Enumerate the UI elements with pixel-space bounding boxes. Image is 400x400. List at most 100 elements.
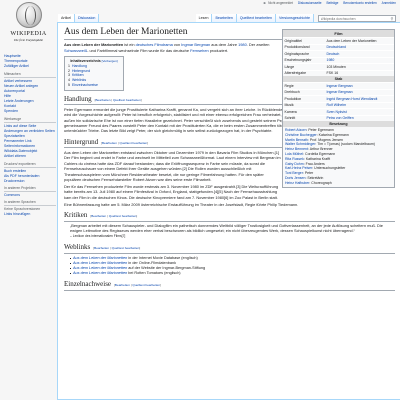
tab-versionsgeschichte[interactable]: Versionsgeschichte: [276, 14, 314, 22]
link[interactable]: Fernsehen: [190, 48, 209, 53]
actor-link[interactable]: Doris Jensen: [285, 176, 305, 180]
tab-diskussion[interactable]: Diskussion: [75, 14, 100, 22]
infobox-person-link[interactable]: Rolf Wilhelm: [327, 103, 347, 107]
nav-link[interactable]: Druckversion: [4, 179, 56, 184]
actor-link[interactable]: Toni Berger: [285, 171, 303, 175]
lead-text: . Der zweiten: [246, 42, 270, 48]
edit-link[interactable]: Bearbeiten: [102, 141, 117, 145]
talk-link[interactable]: Diskussionsseite: [298, 1, 322, 5]
tab-lesen[interactable]: Lesen: [195, 14, 213, 22]
nav-main: Hauptseite Themenportale Zufälliger Arti…: [4, 54, 56, 69]
section-edit-links: [Bearbeiten | Quelltext bearbeiten]: [93, 246, 141, 251]
link[interactable]: Ingmar Bergman: [181, 42, 210, 47]
nav-link-add-languages[interactable]: Links hinzufügen: [4, 212, 56, 217]
actor-link[interactable]: Christine Buchegger: [285, 133, 317, 137]
contributions-link[interactable]: Beiträge: [326, 1, 338, 5]
infobox-value-link[interactable]: Deutsch: [327, 52, 340, 56]
infobox-key: Musik: [284, 103, 294, 108]
link[interactable]: Filmdrama: [154, 42, 172, 47]
login-link[interactable]: Anmelden: [382, 1, 396, 5]
nav-mitmachen: Mitmachen Artikel verbessern Neuen Artik…: [4, 72, 56, 115]
nav-link-commons[interactable]: Commons: [4, 193, 56, 198]
actor-link[interactable]: Gaby Dohm: [285, 162, 304, 166]
infobox-value: Ingmar Bergman: [325, 83, 394, 89]
tab-bearbeiten[interactable]: Bearbeiten: [212, 14, 237, 22]
infobox: Film Originaltitel Aus dem Leben der Mari…: [282, 29, 395, 188]
toc-item[interactable]: 5 Einzelnachweise: [68, 83, 120, 88]
infobox-row: Kamera Sven Nykvist: [283, 108, 394, 115]
infobox-value-link[interactable]: 1980: [327, 58, 335, 62]
weblink[interactable]: Aus dem Leben der Marionetten: [73, 261, 127, 265]
create-account-link[interactable]: Benutzerkonto erstellen: [343, 1, 377, 5]
infobox-person-link[interactable]: Sven Nykvist: [327, 110, 347, 114]
search-input[interactable]: [320, 16, 391, 21]
toc-label: Kritiken: [71, 73, 84, 78]
infobox-person-link[interactable]: Petra von Oelffen: [327, 116, 354, 120]
lead-text: ist ein: [123, 42, 136, 48]
infobox-person-link[interactable]: Ingmar Bergman: [327, 84, 353, 88]
toc-label: Hintergrund: [71, 68, 91, 73]
weblink[interactable]: Aus dem Leben der Marionetten: [73, 266, 127, 270]
toc-toggle[interactable]: [Verbergen]: [102, 59, 118, 63]
nav-link[interactable]: Spenden: [4, 109, 56, 114]
edit-link[interactable]: Bearbeiten: [94, 246, 109, 250]
nav-link[interactable]: Artikel zitieren: [4, 154, 56, 159]
infobox-value: Rolf Wilhelm: [325, 103, 394, 109]
infobox-value: 1980: [325, 58, 394, 64]
toc-number: 3: [68, 73, 70, 78]
puzzle-globe-icon: [15, 2, 42, 28]
section-edit-links: [Bearbeiten | Quelltext bearbeiten]: [114, 283, 161, 288]
search-icon[interactable]: ⚲: [391, 16, 394, 21]
section-title: Kritiken: [64, 210, 88, 219]
infobox-row: Produktionsland Deutschland: [283, 43, 394, 51]
actor-link[interactable]: Robert Atzorn: [285, 128, 306, 132]
link[interactable]: Schwarzweiß: [64, 48, 87, 53]
link[interactable]: 1980: [238, 42, 247, 47]
hintergrund-paragraph-2: Der für das Fernsehen produzierte Film w…: [64, 183, 279, 200]
edit-source-link[interactable]: Quelltext bearbeiten: [112, 246, 140, 250]
hintergrund-paragraph-3: Eine Bühnenfassung hatte am 5. März 2009…: [64, 201, 299, 207]
infobox-key: Produktionsland: [284, 45, 310, 50]
quote-text: „Bergman arbeitet mit diesem Schauspiele…: [70, 223, 383, 234]
actor-link[interactable]: Karl-Heinz Pelser: [285, 166, 312, 170]
tab-artikel[interactable]: Artikel: [58, 14, 75, 22]
infobox-value: Aus dem Leben der Marionetten: [326, 38, 377, 43]
search-box[interactable]: ⚲: [318, 15, 396, 22]
link[interactable]: deutsches: [136, 42, 154, 47]
infobox-row: Produktion Ingrid Bergman Horst Wendlandt: [283, 95, 394, 102]
edit-source-link[interactable]: Quelltext bearbeiten: [132, 283, 160, 287]
infobox-value-link[interactable]: Deutschland: [327, 45, 346, 49]
edit-source-link[interactable]: Quelltext bearbeiten: [119, 141, 147, 145]
actor-link[interactable]: Heinz Bennent: [285, 147, 308, 151]
edit-source-link[interactable]: Quelltext bearbeiten: [109, 214, 137, 218]
wikipedia-logo[interactable]: WIKIPEDIA Die freie Enzyklopädie: [4, 2, 53, 50]
infobox-cast-list: Robert Atzorn: Peter Egermann Christine B…: [283, 127, 394, 187]
actor-link[interactable]: Walter Schmidinger: [285, 142, 315, 146]
weblink[interactable]: Aus dem Leben der Marionetten: [73, 271, 127, 275]
person-icon: ☻: [262, 1, 267, 5]
actor-link[interactable]: Rita Russek: [285, 157, 304, 161]
actor-link[interactable]: Lola Müthel: [285, 152, 303, 156]
tab-quelltext[interactable]: Quelltext bearbeiten: [236, 14, 277, 22]
edit-link[interactable]: Bearbeiten: [115, 283, 130, 287]
toc-number: 1: [68, 63, 70, 68]
infobox-value: 103 Minuten: [326, 64, 346, 69]
edit-link[interactable]: Bearbeiten: [91, 214, 106, 218]
edit-link[interactable]: Bearbeiten: [95, 98, 110, 102]
edit-source-link[interactable]: Quelltext bearbeiten: [113, 98, 141, 102]
weblink[interactable]: Aus dem Leben der Marionetten: [73, 256, 127, 260]
infobox-row: Drehbuch Ingmar Bergman: [283, 88, 394, 96]
toc-number: 5: [68, 82, 70, 87]
infobox-row: Musik Rolf Wilhelm: [283, 101, 394, 109]
actor-link[interactable]: Heinz Hafbuber: [285, 181, 309, 185]
actor-link[interactable]: Martin Benrath: [285, 138, 308, 142]
personal-tools: ☻ Nicht angemeldet Diskussionsseite Beit…: [259, 1, 396, 5]
toc-label: Weblinks: [71, 78, 87, 83]
nav-link-zufall[interactable]: Zufälliger Artikel: [4, 64, 56, 69]
role-text: : Tim = T(omas) (sodom Mandelbaum): [315, 142, 375, 147]
not-logged-in-label: Nicht angemeldet: [268, 1, 293, 5]
infobox-person-link[interactable]: Ingrid Bergman Horst Wendlandt: [327, 97, 378, 101]
infobox-person-link[interactable]: Ingmar Bergman: [327, 90, 353, 94]
toc-heading: Inhaltsverzeichnis: [70, 59, 101, 64]
section-title: Weblinks: [64, 243, 91, 252]
